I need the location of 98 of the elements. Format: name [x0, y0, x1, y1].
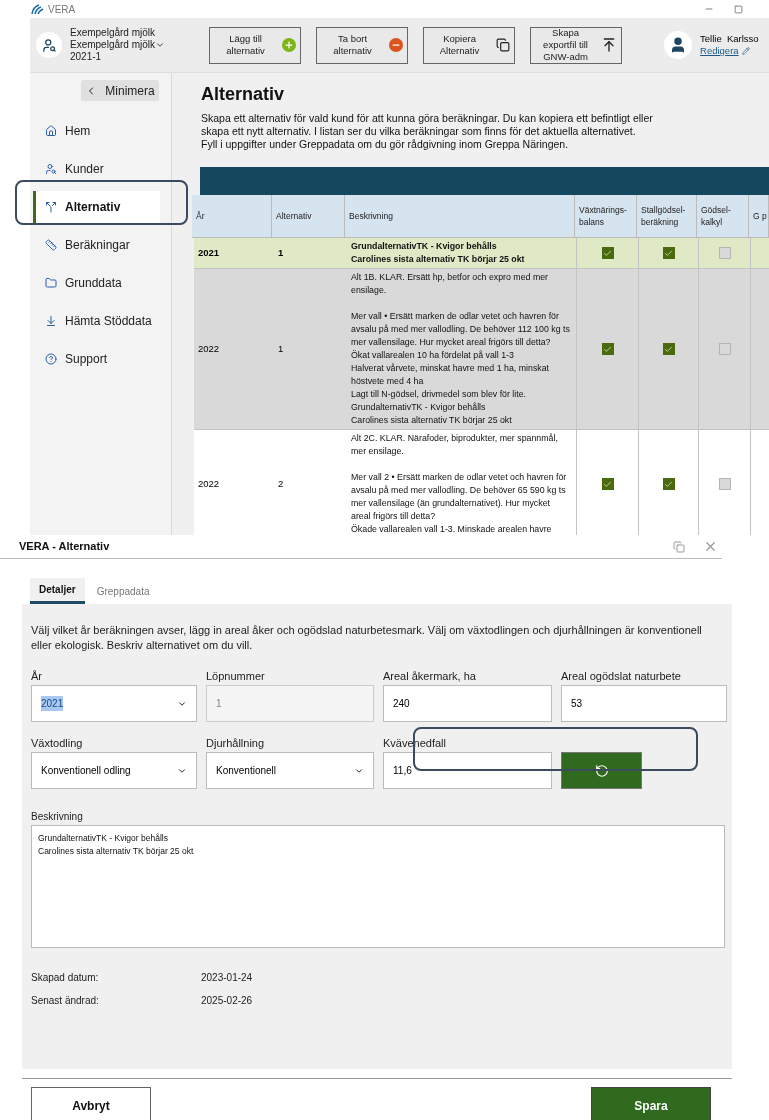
column-header[interactable]: Alternativ: [272, 195, 345, 237]
alternative-cell-text: 1: [278, 245, 284, 260]
column-header[interactable]: Gödsel-kalkyl: [697, 195, 749, 237]
download-icon: [45, 315, 57, 327]
input-field[interactable]: 240: [383, 685, 552, 722]
field-label: Växtodling: [31, 736, 84, 751]
description-cell: GrundalternativTK - Kvigor behålls Carolines sista alternativ TK börjar 25 okt: [351, 240, 525, 266]
alternative-cell-text: 1: [278, 341, 284, 356]
tab[interactable]: Greppadata: [84, 578, 162, 604]
select-field[interactable]: Konventionell odling: [31, 752, 197, 789]
table-row[interactable]: 2021 1 GrundalternativTK - Kvigor behålls Carolines sista alternativ TK börjar 25 okt: [194, 238, 769, 269]
check-icon: [664, 248, 673, 258]
select-field[interactable]: 2021: [31, 685, 197, 722]
note-text: Fyll i uppgifter under Greppadata om du gör rådgivning inom Greppa Näringen.: [201, 138, 570, 151]
meta-label: Senast ändrad:: [31, 994, 100, 1008]
customer-code: 2021-1: [70, 51, 103, 63]
home-icon: [45, 125, 57, 137]
toolbar-button[interactable]: Ta bort alternativ: [316, 26, 409, 64]
checkbox[interactable]: [718, 343, 731, 355]
app-title: VERA: [48, 2, 76, 17]
customer-icon[interactable]: [36, 32, 62, 58]
field-label: Djurhållning: [206, 736, 266, 751]
check-icon: [664, 479, 673, 489]
check-icon: [664, 344, 673, 354]
column-header[interactable]: Växtnärings-balans: [575, 195, 637, 237]
meta-value: 2025-02-26: [201, 994, 253, 1008]
toolbar-button[interactable]: Kopiera Alternativ: [423, 26, 516, 64]
readonly-field: 1: [206, 685, 374, 722]
pencil-icon: [741, 47, 750, 55]
check-icon: [603, 344, 612, 354]
column-header[interactable]: Stallgödsel-beräkning: [637, 195, 697, 237]
column-header[interactable]: G p: [749, 195, 769, 237]
description-cell: Alt 1B. KLAR. Ersätt hp, betfor och expro med mer ensilage. Mer vall • Ersätt marken de odlar vetet och havren för avsalu på med mer vallodling. De behöver 112 100 kg ts mer vallensilage. Hur mycket areal frigörs till detta? Ökat vallarealen 10 ha fördelat på vall 1-3 Halverat vårvete, minskat havre med 1 ha, minskat höstvete med 4 ha Lagt till N-gödsel, drivmedel som blev för lite. GrundalternativTK - Kvigor behålls Carolines sista alternativ TK börjar 25 okt: [351, 271, 570, 427]
check-icon: [603, 248, 612, 258]
year-cell-text: 2021: [198, 245, 220, 260]
farm-selector[interactable]: Exempelgård mjölk: [70, 39, 166, 51]
nav-item[interactable]: Beräkningar: [33, 229, 160, 261]
alternative-cell-text: 2: [278, 476, 284, 491]
fork-icon: [45, 201, 57, 213]
checkbox[interactable]: [601, 478, 614, 490]
maximize-icon[interactable]: [734, 4, 743, 14]
ruler-icon: [45, 239, 57, 251]
field-label: Beskrivning: [31, 810, 84, 824]
refresh-icon: [594, 763, 609, 778]
toolbar-button[interactable]: Lägg till alternativ: [209, 26, 302, 64]
checkbox[interactable]: [662, 478, 675, 490]
checkbox[interactable]: [662, 343, 675, 355]
checkbox[interactable]: [601, 343, 614, 355]
collapse-button[interactable]: Minimera: [81, 80, 159, 101]
column-header[interactable]: Beskrivning: [345, 195, 575, 237]
intro-text: Skapa ett alternativ för vald kund för att kunna göra beräkningar. Du kan kopiera ett befintligt eller skapa ett nytt alternativ. I listan ser du vilka beräkningar som finns för det aktuella alternativet.: [201, 112, 653, 138]
cancel-button[interactable]: Avbryt: [31, 1087, 151, 1120]
meta-value: 2023-01-24: [201, 971, 253, 985]
chevron-down-icon: [155, 40, 166, 50]
dialog-title: VERA - Alternativ: [19, 539, 110, 555]
year-cell-text: 2022: [198, 341, 220, 356]
description-textarea[interactable]: GrundalternativTK - Kvigor behålls Carolines sista alternativ TK börjar 25 okt: [31, 825, 725, 948]
checkbox[interactable]: [601, 247, 614, 259]
user-name: Tellie Karlsso: [700, 33, 759, 45]
check-icon: [603, 479, 612, 489]
year-cell-text: 2022: [198, 476, 220, 491]
field-label: Areal åkermark, ha: [383, 669, 477, 684]
description-cell-text: Alt 2C. KLAR. Närafoder, biprodukter, mer spannmål, mer ensilage. Mer vall 2 • Ersätt marken de odlar vetet och havren för avsalu på med mer vallodling. De behöver 65 590 kg ts mer vallensilage (än grundalternativet). Hur mycket areal frigörs till detta? Ökade vallarealen vall 1-3. Minskade arealen havre: [351, 432, 568, 535]
nav-item[interactable]: Hem: [33, 115, 160, 147]
nav-item[interactable]: Grunddata: [33, 267, 160, 299]
copy-icon: [496, 38, 511, 52]
tab[interactable]: Detaljer: [30, 578, 85, 604]
nav-item[interactable]: Alternativ: [33, 191, 160, 223]
page-title: Alternativ: [201, 83, 286, 106]
select-field[interactable]: Konventionell: [206, 752, 374, 789]
logo-icon: [30, 3, 44, 15]
column-header[interactable]: År: [192, 195, 272, 237]
nav-item[interactable]: Kunder: [33, 153, 160, 185]
avatar-icon[interactable]: [664, 31, 693, 59]
user-search-icon: [45, 163, 57, 175]
field-label: Löpnummer: [206, 669, 266, 684]
customer-name: Exempelgård mjölk: [70, 27, 157, 39]
input-field[interactable]: 53: [561, 685, 727, 722]
field-label: År: [31, 669, 43, 684]
edit-link[interactable]: Redigera: [700, 45, 759, 57]
checkbox[interactable]: [718, 478, 731, 490]
nav-item[interactable]: Support: [33, 343, 160, 375]
meta-label: Skapad datum:: [31, 971, 100, 985]
help-icon: [45, 353, 57, 365]
input-field[interactable]: 11,6: [383, 752, 552, 789]
minus-icon: [389, 38, 404, 52]
table-row[interactable]: [194, 430, 769, 535]
checkbox[interactable]: [718, 247, 731, 259]
table-row[interactable]: [194, 269, 769, 430]
toolbar-button[interactable]: Skapa exportfil till GNW-adm: [530, 26, 623, 64]
folder-icon: [45, 277, 57, 289]
close-icon[interactable]: [703, 539, 718, 554]
checkbox[interactable]: [662, 247, 675, 259]
instructions-text: Välj vilket år beräkningen avser, lägg in areal åker och ogödslad naturbetesmark. Välj om växtodlingen och djurhållningen är konventionell eller ekologisk. Beskriv alternativet om du vill.: [31, 623, 703, 653]
field-label: Areal ogödslat naturbete: [561, 669, 682, 684]
save-button[interactable]: Spara: [591, 1087, 711, 1120]
nav-item[interactable]: Hämta Stöddata: [33, 305, 160, 337]
plus-icon: [282, 38, 297, 52]
